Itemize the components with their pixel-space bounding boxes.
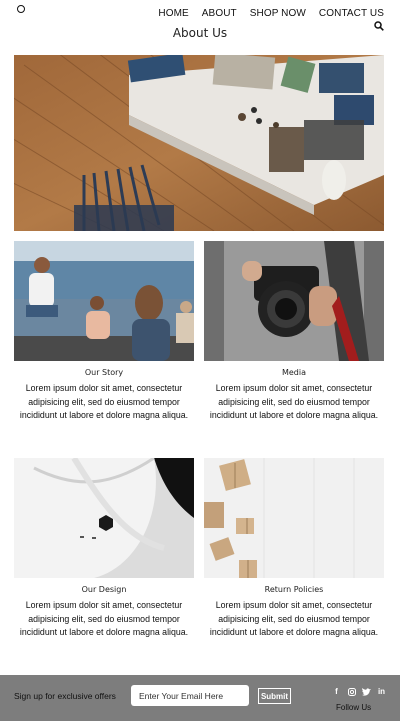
card-title-return-policies: Return Policies: [264, 585, 324, 594]
card-title-our-design: Our Design: [81, 585, 127, 594]
card-title-our-story: Our Story: [84, 368, 124, 377]
card-text-media: Lorem ipsum dolor sit amet, consectetur …: [209, 383, 379, 420]
logo-circle-icon[interactable]: [17, 5, 25, 13]
signup-text: Sign up for exclusive offers: [14, 691, 116, 701]
card-text-our-story: Lorem ipsum dolor sit amet, consectetur …: [19, 383, 189, 420]
follow-us-label: Follow Us: [336, 703, 372, 712]
site-footer: Sign up for exclusive offers Submit f in…: [0, 675, 400, 721]
our-story-image: [14, 241, 194, 361]
return-policies-image: [204, 458, 384, 578]
nav-contact-us[interactable]: CONTACT US: [319, 8, 384, 19]
main-nav: HOME ABOUT SHOP NOW CONTACT US: [145, 8, 384, 19]
instagram-icon[interactable]: [347, 687, 356, 696]
social-links: f in: [332, 687, 386, 696]
our-design-image: [14, 458, 194, 578]
twitter-icon[interactable]: [362, 687, 371, 696]
media-image: [204, 241, 384, 361]
submit-button[interactable]: Submit: [258, 688, 291, 704]
hero-image: [14, 55, 384, 231]
email-input[interactable]: [131, 685, 249, 706]
card-text-our-design: Lorem ipsum dolor sit amet, consectetur …: [19, 600, 189, 637]
linkedin-icon[interactable]: in: [377, 687, 386, 696]
nav-about[interactable]: ABOUT: [202, 8, 237, 19]
card-text-return-policies: Lorem ipsum dolor sit amet, consectetur …: [209, 600, 379, 637]
nav-shop-now[interactable]: SHOP NOW: [250, 8, 306, 19]
site-header: HOME ABOUT SHOP NOW CONTACT US About Us: [0, 0, 400, 50]
nav-home[interactable]: HOME: [158, 8, 188, 19]
page-title: About Us: [172, 26, 228, 40]
card-title-media: Media: [281, 368, 307, 377]
facebook-icon[interactable]: f: [332, 687, 341, 696]
